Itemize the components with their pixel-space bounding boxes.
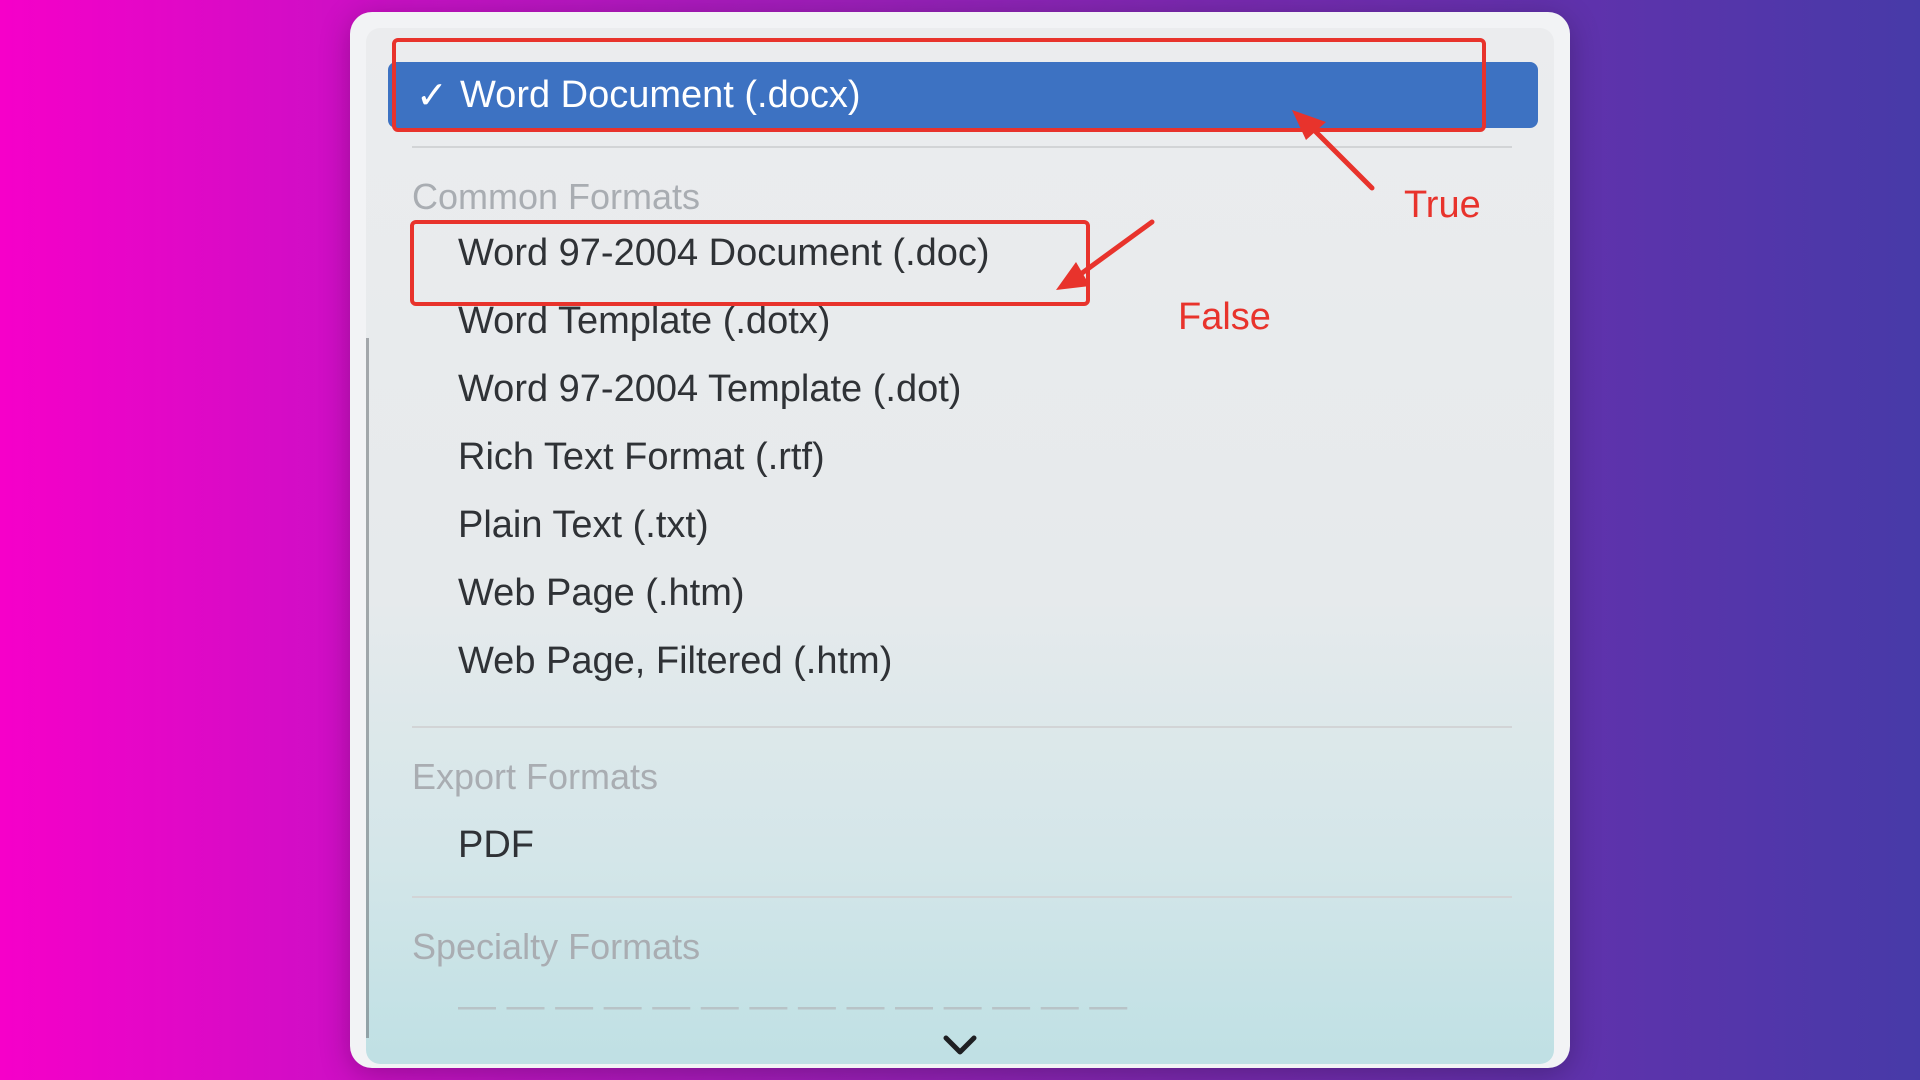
menu-item-web-page-filtered[interactable]: Web Page, Filtered (.htm) [458,640,892,683]
annotation-label-false: False [1178,296,1271,338]
menu-item-web-page[interactable]: Web Page (.htm) [458,572,745,615]
annotation-box-false [410,220,1090,306]
section-header-export-formats: Export Formats [412,756,659,797]
annotation-label-true: True [1404,184,1481,226]
separator [412,726,1512,728]
chevron-down-icon[interactable] [940,1030,980,1060]
menu-item-word-template[interactable]: Word Template (.dotx) [458,300,830,343]
dropdown-window: ✓ Word Document (.docx) Common Formats W… [350,12,1570,1068]
menu-item-word-97-2004-template[interactable]: Word 97-2004 Template (.dot) [458,368,961,411]
menu-item-cut-off: — — — — — — — — — — — — — — [458,1000,1238,1016]
menu-edge-divider [366,338,369,1038]
menu-item-plain-text[interactable]: Plain Text (.txt) [458,504,709,547]
menu-item-pdf[interactable]: PDF [458,824,534,867]
separator [412,896,1512,898]
format-dropdown-menu: ✓ Word Document (.docx) Common Formats W… [366,28,1554,1064]
menu-item-rich-text-format[interactable]: Rich Text Format (.rtf) [458,436,825,479]
separator [412,146,1512,148]
section-header-specialty-formats: Specialty Formats [412,926,701,967]
annotation-box-true [392,38,1486,132]
section-header-common-formats: Common Formats [412,176,701,217]
